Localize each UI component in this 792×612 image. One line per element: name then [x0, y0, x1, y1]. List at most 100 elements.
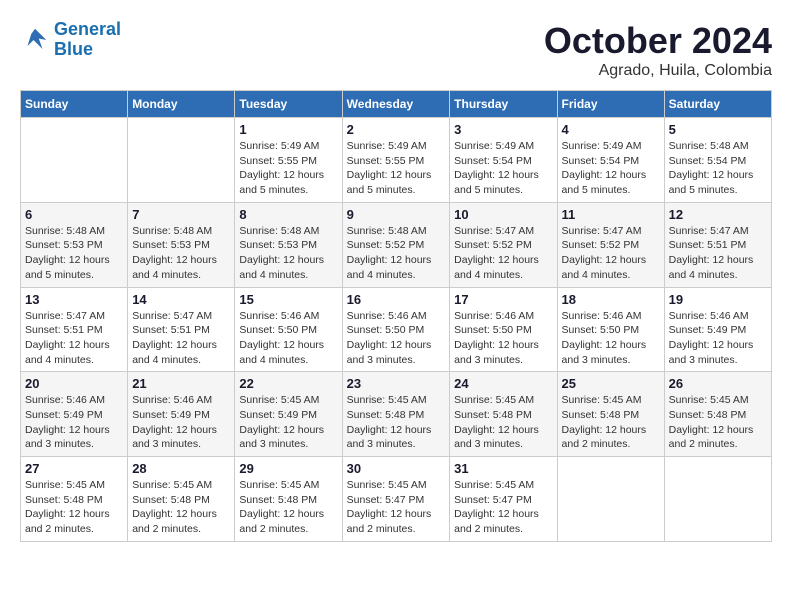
day-number: 25	[562, 376, 660, 391]
logo-text-line2: Blue	[54, 40, 121, 60]
calendar-cell: 9 Sunrise: 5:48 AM Sunset: 5:52 PM Daylig…	[342, 202, 450, 287]
day-number: 9	[347, 207, 446, 222]
calendar-cell	[128, 118, 235, 203]
day-info: Sunrise: 5:46 AM Sunset: 5:49 PM Dayligh…	[669, 309, 767, 368]
calendar-cell: 18 Sunrise: 5:46 AM Sunset: 5:50 PM Dayli…	[557, 287, 664, 372]
header-thursday: Thursday	[450, 91, 557, 118]
header-wednesday: Wednesday	[342, 91, 450, 118]
day-info: Sunrise: 5:45 AM Sunset: 5:48 PM Dayligh…	[25, 478, 123, 537]
day-info: Sunrise: 5:45 AM Sunset: 5:48 PM Dayligh…	[454, 393, 552, 452]
day-info: Sunrise: 5:45 AM Sunset: 5:49 PM Dayligh…	[239, 393, 337, 452]
calendar-cell: 8Sunrise: 5:48 AM Sunset: 5:53 PM Daylig…	[235, 202, 342, 287]
day-info: Sunrise: 5:45 AM Sunset: 5:48 PM Dayligh…	[347, 393, 446, 452]
day-info: Sunrise: 5:49 AM Sunset: 5:55 PM Dayligh…	[239, 139, 337, 198]
day-number: 21	[132, 376, 230, 391]
logo-icon	[20, 25, 50, 55]
day-info: Sunrise: 5:49 AM Sunset: 5:55 PM Dayligh…	[347, 139, 446, 198]
calendar-cell: 13Sunrise: 5:47 AM Sunset: 5:51 PM Dayli…	[21, 287, 128, 372]
day-info: Sunrise: 5:45 AM Sunset: 5:48 PM Dayligh…	[132, 478, 230, 537]
calendar-cell: 28 Sunrise: 5:45 AM Sunset: 5:48 PM Dayli…	[128, 457, 235, 542]
day-number: 26	[669, 376, 767, 391]
calendar-week-2: 6Sunrise: 5:48 AM Sunset: 5:53 PM Daylig…	[21, 202, 772, 287]
logo-text-line1: General	[54, 20, 121, 40]
calendar-cell	[664, 457, 771, 542]
day-info: Sunrise: 5:48 AM Sunset: 5:52 PM Dayligh…	[347, 224, 446, 283]
page-header: General Blue October 2024 Agrado, Huila,…	[20, 20, 772, 80]
day-info: Sunrise: 5:48 AM Sunset: 5:53 PM Dayligh…	[239, 224, 337, 283]
day-info: Sunrise: 5:47 AM Sunset: 5:51 PM Dayligh…	[669, 224, 767, 283]
calendar-week-5: 27 Sunrise: 5:45 AM Sunset: 5:48 PM Dayli…	[21, 457, 772, 542]
calendar-cell: 4 Sunrise: 5:49 AM Sunset: 5:54 PM Daylig…	[557, 118, 664, 203]
calendar-cell: 5 Sunrise: 5:48 AM Sunset: 5:54 PM Daylig…	[664, 118, 771, 203]
day-info: Sunrise: 5:46 AM Sunset: 5:49 PM Dayligh…	[132, 393, 230, 452]
day-number: 15	[239, 292, 337, 307]
day-info: Sunrise: 5:48 AM Sunset: 5:53 PM Dayligh…	[132, 224, 230, 283]
calendar-cell: 26Sunrise: 5:45 AM Sunset: 5:48 PM Dayli…	[664, 372, 771, 457]
day-number: 14	[132, 292, 230, 307]
calendar-cell: 7Sunrise: 5:48 AM Sunset: 5:53 PM Daylig…	[128, 202, 235, 287]
day-info: Sunrise: 5:45 AM Sunset: 5:48 PM Dayligh…	[562, 393, 660, 452]
day-info: Sunrise: 5:46 AM Sunset: 5:50 PM Dayligh…	[454, 309, 552, 368]
day-info: Sunrise: 5:45 AM Sunset: 5:47 PM Dayligh…	[347, 478, 446, 537]
day-info: Sunrise: 5:49 AM Sunset: 5:54 PM Dayligh…	[562, 139, 660, 198]
day-number: 5	[669, 122, 767, 137]
day-info: Sunrise: 5:46 AM Sunset: 5:50 PM Dayligh…	[347, 309, 446, 368]
day-number: 1	[239, 122, 337, 137]
day-number: 23	[347, 376, 446, 391]
calendar-cell: 27 Sunrise: 5:45 AM Sunset: 5:48 PM Dayli…	[21, 457, 128, 542]
calendar-cell: 20 Sunrise: 5:46 AM Sunset: 5:49 PM Dayli…	[21, 372, 128, 457]
calendar-cell: 21 Sunrise: 5:46 AM Sunset: 5:49 PM Dayli…	[128, 372, 235, 457]
day-number: 18	[562, 292, 660, 307]
day-number: 31	[454, 461, 552, 476]
day-number: 29	[239, 461, 337, 476]
calendar-cell: 17 Sunrise: 5:46 AM Sunset: 5:50 PM Dayli…	[450, 287, 557, 372]
day-number: 17	[454, 292, 552, 307]
day-number: 16	[347, 292, 446, 307]
day-number: 20	[25, 376, 123, 391]
day-number: 13	[25, 292, 123, 307]
day-info: Sunrise: 5:49 AM Sunset: 5:54 PM Dayligh…	[454, 139, 552, 198]
calendar-cell: 15 Sunrise: 5:46 AM Sunset: 5:50 PM Dayli…	[235, 287, 342, 372]
calendar-cell: 2 Sunrise: 5:49 AM Sunset: 5:55 PM Daylig…	[342, 118, 450, 203]
calendar-cell	[21, 118, 128, 203]
day-info: Sunrise: 5:48 AM Sunset: 5:53 PM Dayligh…	[25, 224, 123, 283]
day-number: 27	[25, 461, 123, 476]
calendar-cell: 25 Sunrise: 5:45 AM Sunset: 5:48 PM Dayli…	[557, 372, 664, 457]
day-info: Sunrise: 5:46 AM Sunset: 5:50 PM Dayligh…	[239, 309, 337, 368]
header-monday: Monday	[128, 91, 235, 118]
calendar-header-row: Sunday Monday Tuesday Wednesday Thursday…	[21, 91, 772, 118]
day-number: 4	[562, 122, 660, 137]
calendar-week-3: 13 Sunrise: 5:47 AM Sunset: 5:51 PM Dayli…	[21, 287, 772, 372]
calendar-table: Sunday Monday Tuesday Wednesday Thursday…	[20, 90, 772, 542]
calendar-cell: 1 Sunrise: 5:49 AM Sunset: 5:55 PM Daylig…	[235, 118, 342, 203]
day-info: Sunrise: 5:46 AM Sunset: 5:50 PM Dayligh…	[562, 309, 660, 368]
calendar-cell: 16 Sunrise: 5:46 AM Sunset: 5:50 PM Dayli…	[342, 287, 450, 372]
day-info: Sunrise: 5:47 AM Sunset: 5:51 PM Dayligh…	[132, 309, 230, 368]
location-subtitle: Agrado, Huila, Colombia	[544, 62, 772, 80]
calendar-cell: 29 Sunrise: 5:45 AM Sunset: 5:48 PM Dayli…	[235, 457, 342, 542]
day-number: 11	[562, 207, 660, 222]
calendar-cell: 22 Sunrise: 5:45 AM Sunset: 5:49 PM Dayli…	[235, 372, 342, 457]
day-info: Sunrise: 5:46 AM Sunset: 5:49 PM Dayligh…	[25, 393, 123, 452]
day-info: Sunrise: 5:45 AM Sunset: 5:48 PM Dayligh…	[239, 478, 337, 537]
day-number: 22	[239, 376, 337, 391]
day-number: 10	[454, 207, 552, 222]
calendar-cell: 11Sunrise: 5:47 AM Sunset: 5:52 PM Dayli…	[557, 202, 664, 287]
day-info: Sunrise: 5:45 AM Sunset: 5:47 PM Dayligh…	[454, 478, 552, 537]
logo: General Blue	[20, 20, 121, 60]
day-number: 12	[669, 207, 767, 222]
day-number: 3	[454, 122, 552, 137]
day-number: 19	[669, 292, 767, 307]
day-info: Sunrise: 5:47 AM Sunset: 5:52 PM Dayligh…	[454, 224, 552, 283]
calendar-cell: 31 Sunrise: 5:45 AM Sunset: 5:47 PM Dayli…	[450, 457, 557, 542]
calendar-cell: 23 Sunrise: 5:45 AM Sunset: 5:48 PM Dayli…	[342, 372, 450, 457]
header-saturday: Saturday	[664, 91, 771, 118]
month-title: October 2024	[544, 20, 772, 62]
calendar-cell: 14 Sunrise: 5:47 AM Sunset: 5:51 PM Dayli…	[128, 287, 235, 372]
day-info: Sunrise: 5:48 AM Sunset: 5:54 PM Dayligh…	[669, 139, 767, 198]
day-number: 28	[132, 461, 230, 476]
header-tuesday: Tuesday	[235, 91, 342, 118]
day-number: 30	[347, 461, 446, 476]
day-number: 2	[347, 122, 446, 137]
calendar-cell: 24Sunrise: 5:45 AM Sunset: 5:48 PM Dayli…	[450, 372, 557, 457]
